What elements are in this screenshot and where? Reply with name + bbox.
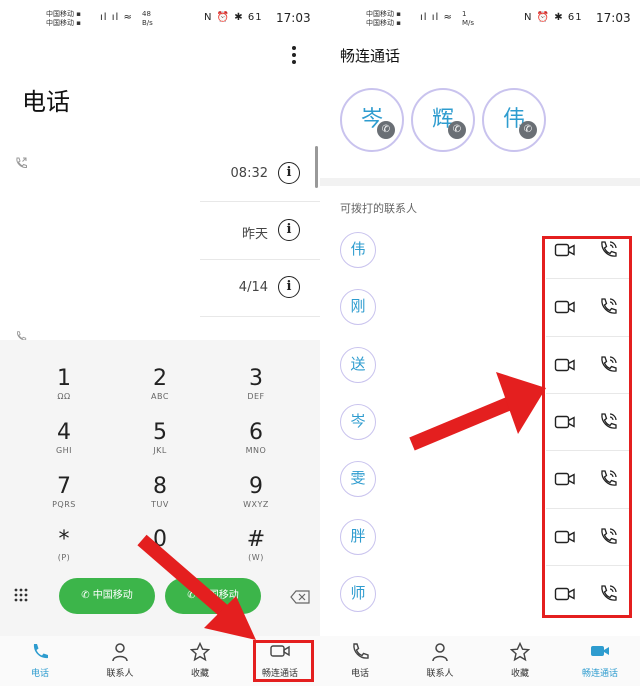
- arrow-to-meetime-tab: [137, 534, 256, 640]
- arrow-to-call-buttons: [409, 372, 546, 451]
- annotation-arrows: [137, 372, 546, 640]
